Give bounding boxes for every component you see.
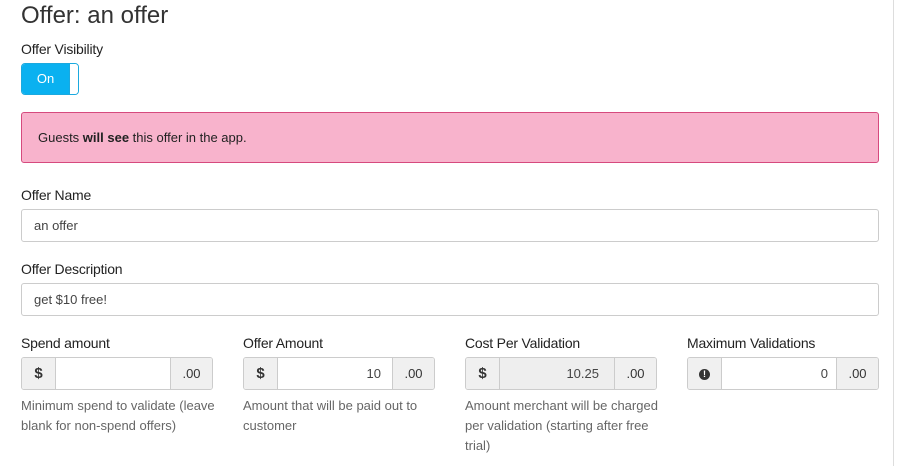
offer-amount-input-group: $ 10 .00	[243, 357, 435, 390]
spend-amount-input[interactable]: 0	[56, 358, 178, 389]
cents-addon: .00	[392, 358, 434, 389]
cost-per-validation-label: Cost Per Validation	[465, 335, 581, 351]
offer-amount-label: Offer Amount	[243, 335, 323, 351]
offer-name-label: Offer Name	[21, 187, 92, 203]
offer-amount-input[interactable]: 10	[278, 358, 381, 389]
offer-name-input[interactable]: an offer	[21, 209, 879, 242]
spend-amount-input-group: $ 0 .00	[21, 357, 213, 390]
toggle-on-label: On	[22, 64, 69, 94]
cost-per-validation-input-group: $ 10.25 .00	[465, 357, 657, 390]
spend-amount-label: Spend amount	[21, 335, 110, 351]
alert-suffix: this offer in the app.	[129, 130, 247, 145]
visibility-alert: Guests will see this offer in the app.	[21, 112, 879, 163]
maximum-validations-input-group: ! 0 .00	[687, 357, 879, 390]
cost-per-validation-value: 10.25	[566, 366, 599, 381]
panel-right-border	[893, 0, 894, 466]
maximum-validations-input[interactable]: 0	[722, 358, 828, 389]
cost-per-validation-help: Amount merchant will be charged per vali…	[465, 398, 658, 453]
offer-amount-help: Amount that will be paid out to customer	[243, 398, 418, 433]
offer-visibility-label: Offer Visibility	[21, 41, 103, 57]
dollar-addon: $	[466, 358, 500, 389]
offer-visibility-toggle[interactable]: On	[21, 63, 79, 95]
toggle-handle[interactable]	[69, 64, 78, 94]
cents-addon: .00	[836, 358, 878, 389]
exclamation-circle-addon: !	[688, 358, 722, 389]
dollar-addon: $	[244, 358, 278, 389]
page-title: Offer: an offer	[21, 2, 169, 29]
offer-description-label: Offer Description	[21, 261, 123, 277]
exclamation-circle-icon: !	[699, 368, 710, 380]
cents-addon: .00	[170, 358, 212, 389]
dollar-addon: $	[22, 358, 56, 389]
cents-addon: .00	[614, 358, 656, 389]
spend-amount-help: Minimum spend to validate (leave blank f…	[21, 398, 215, 433]
offer-description-input[interactable]: get $10 free!	[21, 283, 879, 316]
alert-prefix: Guests	[38, 130, 83, 145]
maximum-validations-label: Maximum Validations	[687, 335, 816, 351]
alert-bold: will see	[82, 130, 130, 145]
